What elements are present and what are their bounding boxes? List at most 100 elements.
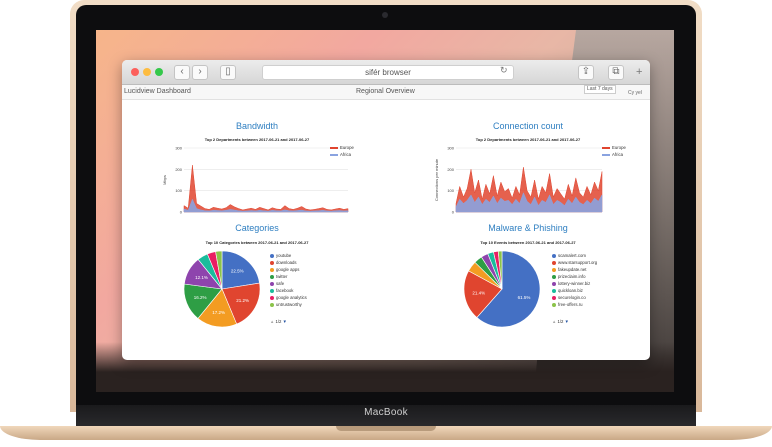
connection-title: Connection count (492, 121, 564, 131)
pie-slice-label: 21.4% (472, 291, 485, 296)
legend-label: google apps (276, 267, 300, 272)
close-window-button[interactable] (131, 68, 139, 76)
brand-label: MacBook (364, 407, 408, 418)
reload-icon[interactable]: ↻ (500, 65, 508, 76)
legend-item[interactable]: securelogin.co (552, 294, 597, 301)
legend-dot (270, 253, 274, 258)
legend-item[interactable]: downloads (270, 259, 307, 266)
connection-legend: Europe Africa (602, 144, 626, 158)
legend-dot (270, 281, 274, 286)
legend-item[interactable]: lottery-winner.biz (552, 280, 597, 287)
legend-label: fakeupdate.net (558, 267, 587, 272)
legend-dot (552, 274, 556, 279)
forward-button[interactable]: › (192, 65, 208, 80)
y-tick-label: 300 (447, 146, 454, 151)
legend-dot (552, 267, 556, 272)
pie-slice-label: 16.2% (194, 295, 207, 300)
y-tick-label: 200 (175, 167, 182, 172)
legend-label: securelogin.co (558, 295, 586, 300)
pie-slice-label: 17.2% (212, 310, 225, 315)
tabs-icon[interactable]: ⧉ (608, 65, 624, 80)
page-title: Regional Overview (356, 88, 415, 95)
browser-toolbar: ‹ › ▯ sifér browser ↻ ⇪ ⧉ + (122, 60, 650, 85)
bandwidth-chart: 0 100 200 300 Mbps (162, 146, 349, 215)
laptop: MacBook ‹ › ▯ sifér browser ↻ ⇪ ⧉ + Luci… (0, 0, 772, 447)
y-tick-label: 100 (447, 188, 454, 193)
bandwidth-legend: Europe Africa (330, 144, 354, 158)
legend-item[interactable]: google analytics (270, 294, 307, 301)
dashboard-title[interactable]: Lucidview Dashboard (124, 88, 191, 95)
back-button[interactable]: ‹ (174, 65, 190, 80)
legend-item-africa[interactable]: Africa (602, 151, 626, 158)
legend-item[interactable]: twitter (270, 273, 307, 280)
legend-dot (270, 302, 274, 307)
legend-item[interactable]: untrustworthy (270, 301, 307, 308)
legend-item[interactable]: scamalert.com (552, 252, 597, 259)
minimize-window-button[interactable] (143, 68, 151, 76)
legend-dot (270, 267, 274, 272)
pie-slice-label: 21.2% (236, 298, 249, 303)
legend-item-africa[interactable]: Africa (330, 151, 354, 158)
legend-label: lottery-winner.biz (558, 281, 591, 286)
legend-item-europe[interactable]: Europe (602, 144, 626, 151)
legend-item[interactable]: www.starsupport.org (552, 259, 597, 266)
legend-label: downloads (276, 260, 297, 265)
y-tick-label: 0 (452, 210, 455, 215)
legend-label: scamalert.com (558, 253, 586, 258)
legend-item[interactable]: facebook (270, 287, 307, 294)
legend-dot (552, 302, 556, 307)
y-axis-label: Mbps (162, 175, 167, 185)
pie-slice-label: 22.5% (231, 269, 244, 274)
user-menu[interactable]: Cy yel (628, 90, 642, 96)
legend-dot (552, 295, 556, 300)
legend-label: youtube (276, 253, 292, 258)
categories-legend: youtube downloads google apps twitter safe fa… (270, 252, 307, 308)
legend-label: safe (276, 281, 285, 286)
legend-item[interactable]: youtube (270, 252, 307, 259)
connection-chart: 0 100 200 300 Connections per minute (434, 146, 603, 215)
connection-subtitle: Top 2 Departments between 2017-06-21 and… (475, 137, 581, 142)
share-icon[interactable]: ⇪ (578, 65, 594, 80)
pie-slice-label: 12.1% (195, 275, 208, 280)
y-tick-label: 100 (175, 188, 182, 193)
y-tick-label: 0 (180, 210, 183, 215)
legend-label: www.starsupport.org (558, 260, 598, 265)
legend-label: google analytics (276, 295, 307, 300)
laptop-notch (336, 426, 436, 431)
legend-item[interactable]: quickloan.biz (552, 287, 597, 294)
legend-item-europe[interactable]: Europe (330, 144, 354, 151)
y-tick-label: 200 (447, 167, 454, 172)
legend-label: quickloan.biz (558, 288, 583, 293)
bandwidth-title: Bandwidth (235, 121, 279, 131)
legend-label: twitter (276, 274, 288, 279)
address-bar[interactable]: sifér browser (262, 65, 514, 80)
legend-dot (270, 288, 274, 293)
malware-pager[interactable]: ▲ 1/2 ▼ (552, 318, 569, 325)
y-axis-label: Connections per minute (434, 158, 439, 201)
categories-pager[interactable]: ▲ 1/2 ▼ (270, 318, 287, 325)
dashboard-header: Lucidview Dashboard Regional Overview La… (122, 85, 650, 100)
y-tick-label: 300 (175, 146, 182, 151)
legend-label: untrustworthy (276, 302, 302, 307)
legend-item[interactable]: fakeupdate.net (552, 266, 597, 273)
legend-dot (270, 295, 274, 300)
legend-item[interactable]: google apps (270, 266, 307, 273)
legend-dot (270, 260, 274, 265)
sidebar-icon[interactable]: ▯ (220, 65, 236, 80)
categories-title: Categories (235, 223, 279, 233)
legend-item[interactable]: safe (270, 280, 307, 287)
legend-dot (552, 281, 556, 286)
categories-subtitle: Top 10 Categories between 2017-06-21 and… (205, 240, 309, 245)
legend-dot (270, 274, 274, 279)
pie-slice-label: 61.5% (518, 295, 531, 300)
legend-item[interactable]: free-offers.ru (552, 301, 597, 308)
categories-pie: 22.5% 21.2% 17.2% 16.2% 12.1% (183, 250, 261, 328)
date-range-select[interactable]: Last 7 days (584, 85, 616, 94)
malware-subtitle: Top 10 Events between 2017-06-21 and 201… (480, 240, 576, 245)
legend-dot (552, 253, 556, 258)
zoom-window-button[interactable] (155, 68, 163, 76)
legend-dot (552, 260, 556, 265)
new-tab-icon[interactable]: + (636, 66, 642, 78)
legend-item[interactable]: prizeclaim.info (552, 273, 597, 280)
legend-dot (552, 288, 556, 293)
